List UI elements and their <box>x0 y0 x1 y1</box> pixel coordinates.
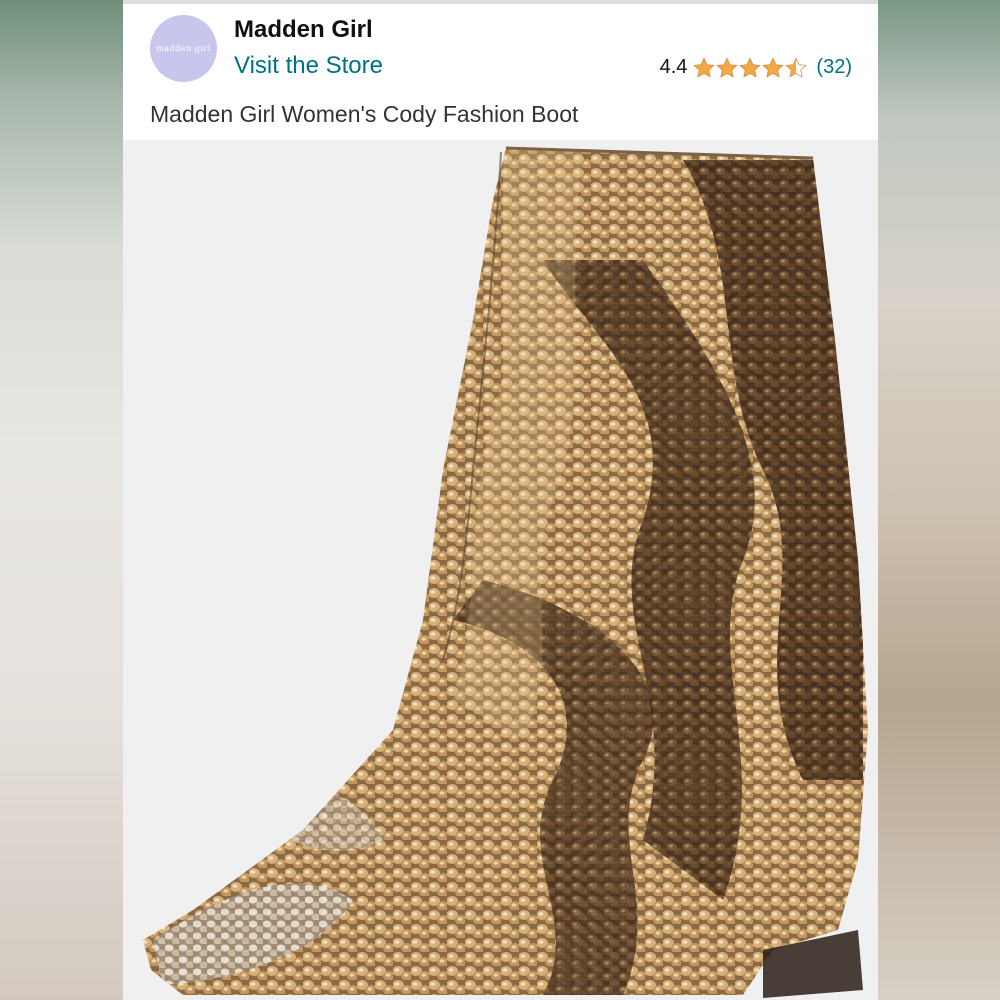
half-star-icon <box>785 57 808 78</box>
brand-logo-text: madden girl <box>156 44 211 53</box>
star-rating <box>693 57 808 79</box>
backdrop-right <box>877 0 1000 1000</box>
product-title: Madden Girl Women's Cody Fashion Boot <box>150 101 579 127</box>
backdrop-left <box>0 0 123 1000</box>
star-icon <box>693 57 716 78</box>
sequin-boot-image <box>143 146 868 998</box>
visit-store-link[interactable]: Visit the Store <box>234 52 383 80</box>
product-header: madden girl Madden Girl Visit the Store … <box>123 4 878 140</box>
rating-summary[interactable]: 4.4 (32) <box>660 56 852 79</box>
product-image[interactable] <box>123 140 878 1000</box>
brand-logo[interactable]: madden girl <box>150 15 217 82</box>
star-icon <box>716 57 739 78</box>
product-card: madden girl Madden Girl Visit the Store … <box>123 0 878 1000</box>
star-icon <box>762 57 785 78</box>
brand-name[interactable]: Madden Girl <box>234 16 373 44</box>
star-icon <box>739 57 762 78</box>
rating-value: 4.4 <box>659 56 688 78</box>
rating-count-link[interactable]: (32) <box>816 56 852 79</box>
